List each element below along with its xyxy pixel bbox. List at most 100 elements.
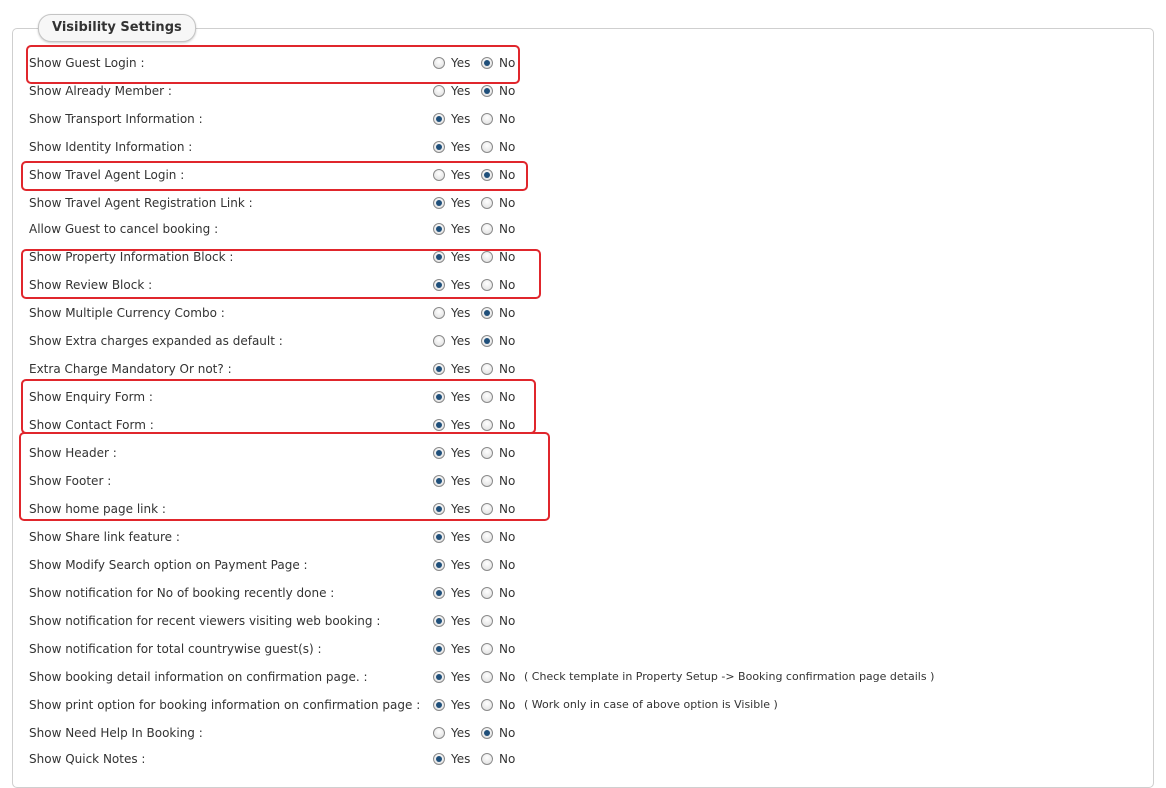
yes-label[interactable]: Yes (451, 331, 470, 351)
yes-radio[interactable] (433, 197, 445, 209)
no-radio[interactable] (481, 643, 493, 655)
no-label[interactable]: No (499, 247, 515, 267)
yes-radio[interactable] (433, 223, 445, 235)
yes-radio[interactable] (433, 447, 445, 459)
no-radio[interactable] (481, 57, 493, 69)
yes-label[interactable]: Yes (451, 667, 470, 687)
yes-label[interactable]: Yes (451, 219, 470, 239)
no-radio[interactable] (481, 587, 493, 599)
no-label[interactable]: No (499, 499, 515, 519)
yes-label[interactable]: Yes (451, 137, 470, 157)
no-radio[interactable] (481, 699, 493, 711)
no-radio[interactable] (481, 335, 493, 347)
no-radio[interactable] (481, 141, 493, 153)
no-label[interactable]: No (499, 749, 515, 769)
no-radio[interactable] (481, 85, 493, 97)
yes-radio[interactable] (433, 531, 445, 543)
no-radio[interactable] (481, 671, 493, 683)
yes-label[interactable]: Yes (451, 165, 470, 185)
yes-radio[interactable] (433, 307, 445, 319)
no-label[interactable]: No (499, 639, 515, 659)
no-label[interactable]: No (499, 555, 515, 575)
no-radio[interactable] (481, 279, 493, 291)
yes-label[interactable]: Yes (451, 749, 470, 769)
yes-radio[interactable] (433, 503, 445, 515)
yes-radio[interactable] (433, 363, 445, 375)
no-radio[interactable] (481, 447, 493, 459)
yes-label[interactable]: Yes (451, 723, 470, 743)
no-radio[interactable] (481, 363, 493, 375)
no-radio[interactable] (481, 223, 493, 235)
no-radio[interactable] (481, 251, 493, 263)
no-radio[interactable] (481, 113, 493, 125)
yes-label[interactable]: Yes (451, 695, 470, 715)
yes-radio[interactable] (433, 615, 445, 627)
yes-label[interactable]: Yes (451, 639, 470, 659)
no-label[interactable]: No (499, 53, 515, 73)
no-radio[interactable] (481, 475, 493, 487)
yes-radio[interactable] (433, 169, 445, 181)
no-radio[interactable] (481, 419, 493, 431)
no-label[interactable]: No (499, 81, 515, 101)
yes-label[interactable]: Yes (451, 109, 470, 129)
no-label[interactable]: No (499, 611, 515, 631)
yes-radio[interactable] (433, 85, 445, 97)
no-label[interactable]: No (499, 415, 515, 435)
yes-radio[interactable] (433, 643, 445, 655)
yes-radio[interactable] (433, 335, 445, 347)
no-radio[interactable] (481, 503, 493, 515)
no-label[interactable]: No (499, 165, 515, 185)
no-label[interactable]: No (499, 387, 515, 407)
yes-label[interactable]: Yes (451, 359, 470, 379)
no-label[interactable]: No (499, 109, 515, 129)
yes-radio[interactable] (433, 475, 445, 487)
no-radio[interactable] (481, 559, 493, 571)
no-label[interactable]: No (499, 443, 515, 463)
no-label[interactable]: No (499, 219, 515, 239)
no-radio[interactable] (481, 727, 493, 739)
yes-radio[interactable] (433, 113, 445, 125)
no-radio[interactable] (481, 615, 493, 627)
no-radio[interactable] (481, 531, 493, 543)
no-label[interactable]: No (499, 193, 515, 213)
yes-label[interactable]: Yes (451, 611, 470, 631)
no-radio[interactable] (481, 753, 493, 765)
yes-radio[interactable] (433, 671, 445, 683)
no-radio[interactable] (481, 197, 493, 209)
yes-radio[interactable] (433, 279, 445, 291)
yes-radio[interactable] (433, 391, 445, 403)
no-radio[interactable] (481, 307, 493, 319)
yes-label[interactable]: Yes (451, 247, 470, 267)
yes-label[interactable]: Yes (451, 193, 470, 213)
yes-radio[interactable] (433, 587, 445, 599)
yes-radio[interactable] (433, 699, 445, 711)
yes-label[interactable]: Yes (451, 443, 470, 463)
yes-label[interactable]: Yes (451, 53, 470, 73)
no-label[interactable]: No (499, 331, 515, 351)
yes-radio[interactable] (433, 419, 445, 431)
no-radio[interactable] (481, 391, 493, 403)
no-radio[interactable] (481, 169, 493, 181)
yes-label[interactable]: Yes (451, 415, 470, 435)
yes-radio[interactable] (433, 753, 445, 765)
no-label[interactable]: No (499, 527, 515, 547)
yes-radio[interactable] (433, 251, 445, 263)
yes-label[interactable]: Yes (451, 275, 470, 295)
yes-label[interactable]: Yes (451, 499, 470, 519)
yes-radio[interactable] (433, 141, 445, 153)
no-label[interactable]: No (499, 303, 515, 323)
no-label[interactable]: No (499, 695, 515, 715)
yes-label[interactable]: Yes (451, 387, 470, 407)
yes-label[interactable]: Yes (451, 555, 470, 575)
yes-label[interactable]: Yes (451, 527, 470, 547)
yes-label[interactable]: Yes (451, 471, 470, 491)
yes-label[interactable]: Yes (451, 583, 470, 603)
no-label[interactable]: No (499, 137, 515, 157)
yes-label[interactable]: Yes (451, 303, 470, 323)
no-label[interactable]: No (499, 359, 515, 379)
yes-radio[interactable] (433, 559, 445, 571)
yes-label[interactable]: Yes (451, 81, 470, 101)
yes-radio[interactable] (433, 727, 445, 739)
no-label[interactable]: No (499, 471, 515, 491)
yes-radio[interactable] (433, 57, 445, 69)
